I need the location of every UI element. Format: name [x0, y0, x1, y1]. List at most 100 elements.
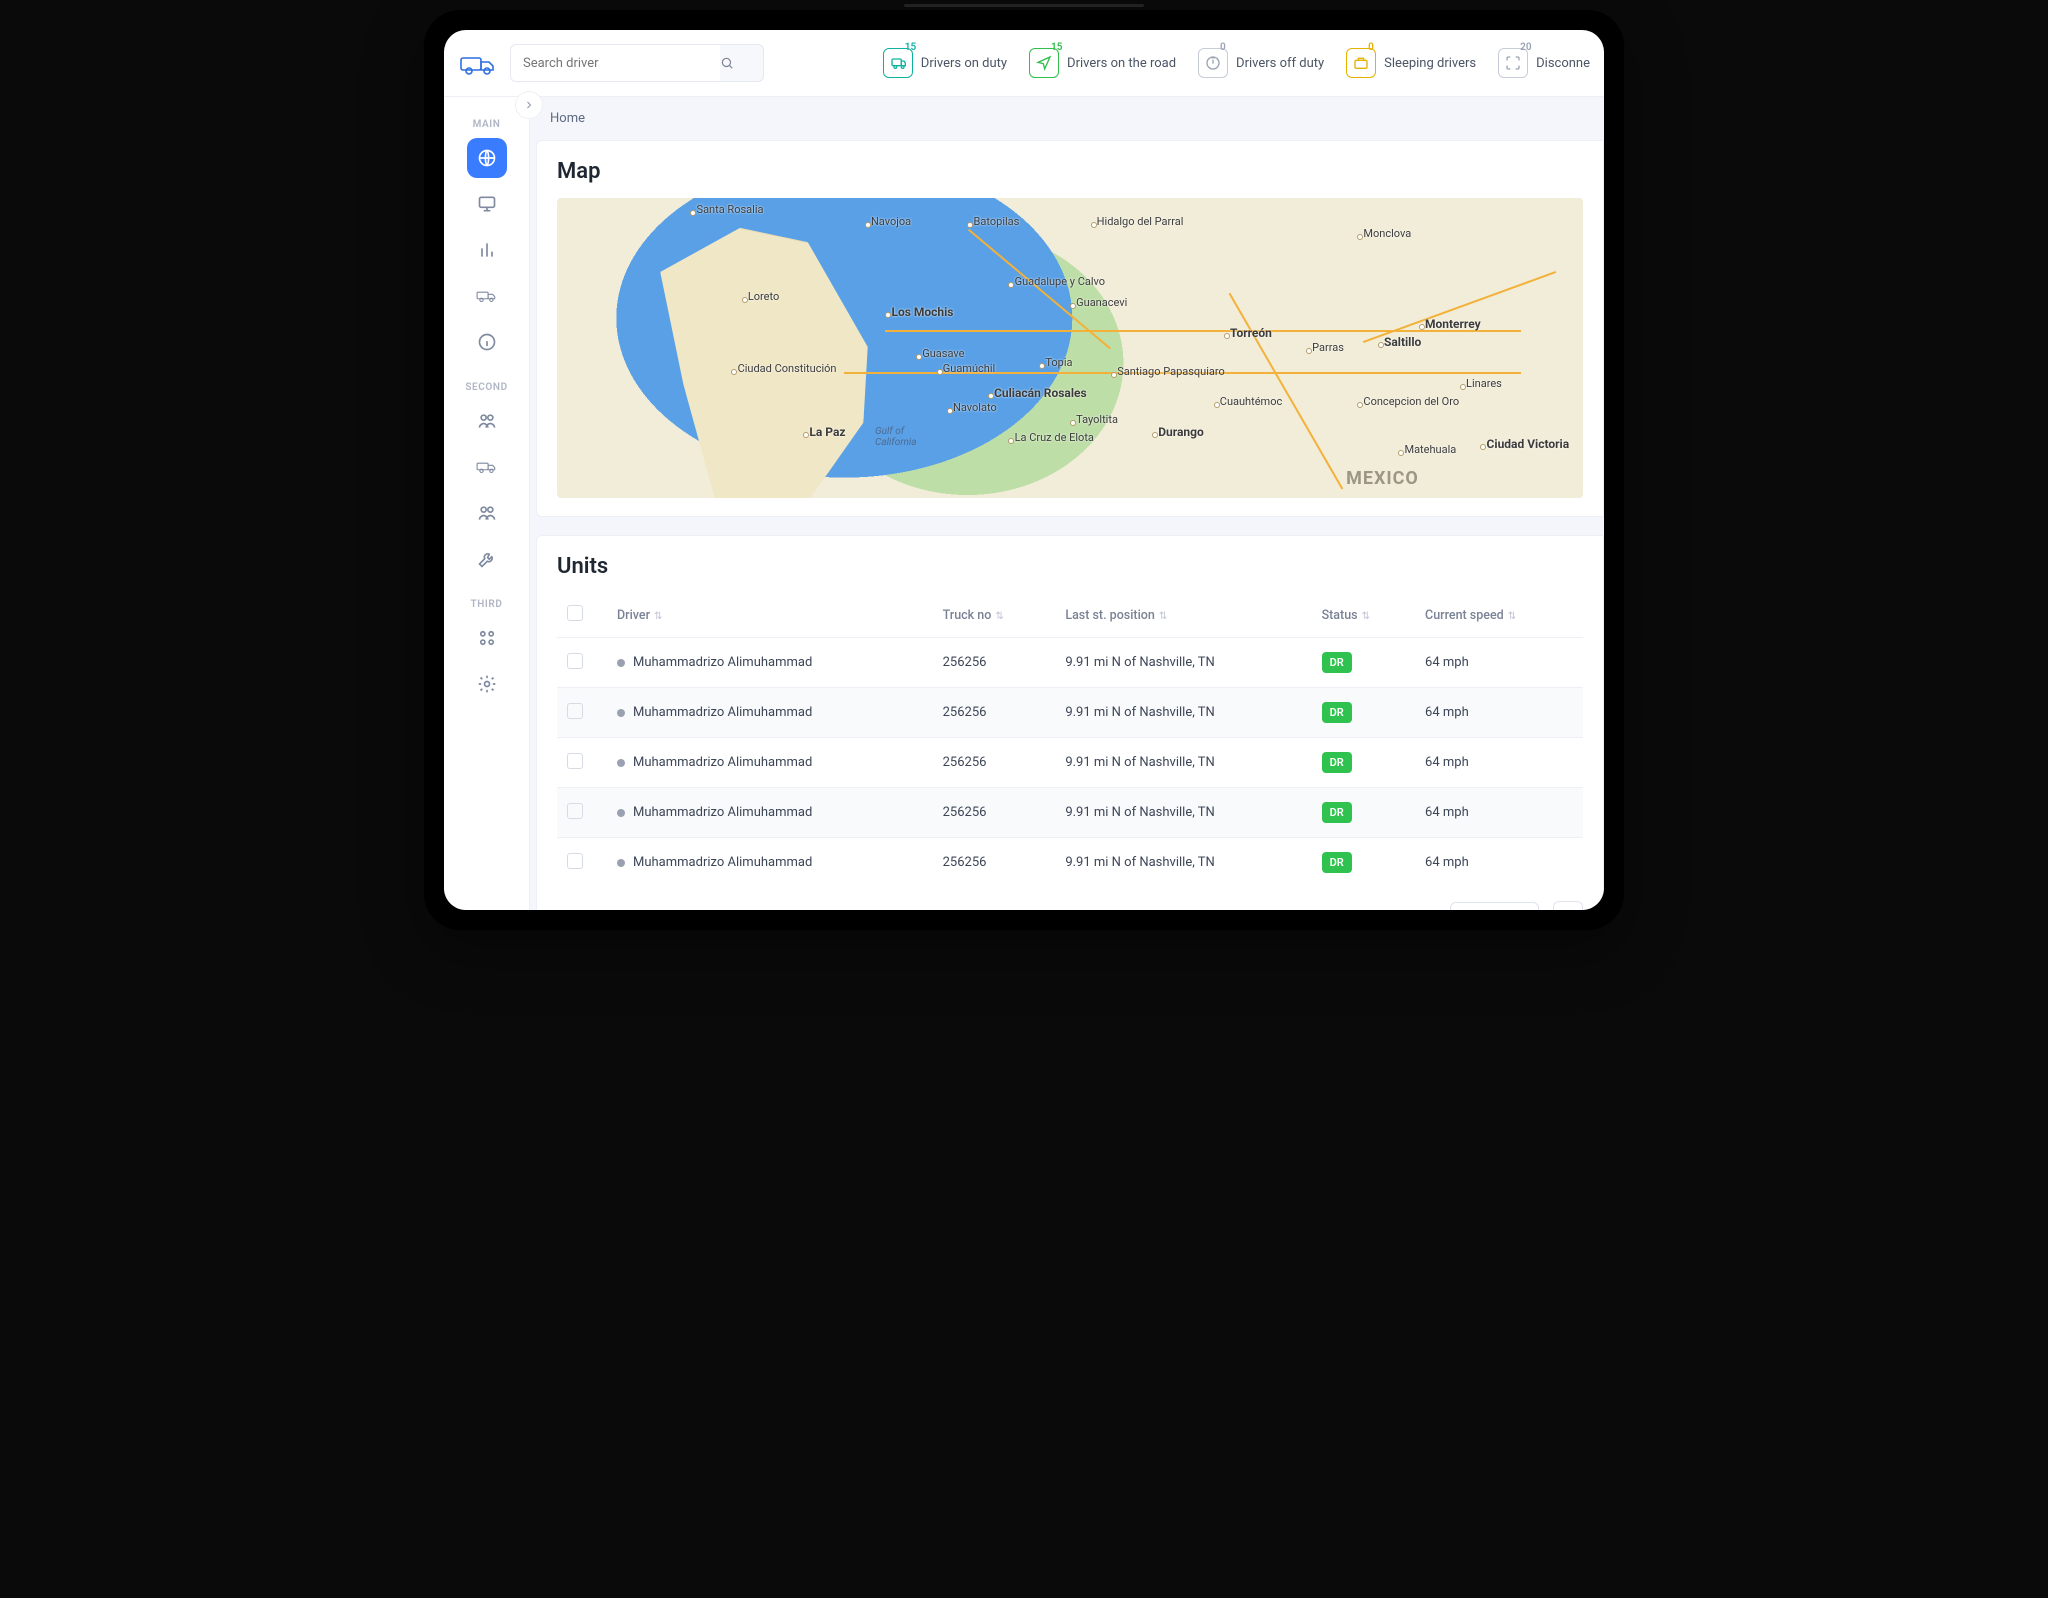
metric-sleeping-drivers[interactable]: 0Sleeping drivers [1346, 48, 1476, 78]
map-city-marker[interactable] [1460, 384, 1466, 390]
truck-icon [476, 287, 498, 305]
users-icon [477, 411, 497, 431]
map-city-label: Los Mochis [891, 305, 953, 319]
status-dot-icon [617, 759, 625, 767]
metric-drivers-on-the-road[interactable]: 15Drivers on the road [1029, 48, 1176, 78]
nav-trucks[interactable] [467, 276, 507, 316]
map-city-marker[interactable] [1214, 402, 1220, 408]
map-city-label: Ciudad Victoria [1487, 437, 1570, 451]
map-city-label: Topia [1045, 356, 1072, 369]
search-input[interactable] [510, 44, 720, 82]
sort-icon[interactable]: ⇅ [1159, 611, 1167, 622]
metric-drivers-off-duty[interactable]: 0Drivers off duty [1198, 48, 1324, 78]
cell-driver: Muhammadrizo Alimuhammad [633, 755, 812, 770]
table-row[interactable]: Muhammadrizo Alimuhammad 256256 9.91 mi … [557, 788, 1583, 838]
map-city-marker[interactable] [988, 393, 994, 399]
map-city-marker[interactable] [1480, 444, 1486, 450]
sort-icon[interactable]: ⇅ [1508, 611, 1516, 622]
app-logo [458, 42, 500, 84]
nav-maintenance[interactable] [467, 539, 507, 579]
map-city-label: Guasave [922, 347, 964, 360]
cell-position: 9.91 mi N of Nashville, TN [1055, 688, 1311, 738]
col-speed[interactable]: Current speed [1425, 608, 1504, 623]
page-size-select[interactable]: 10 count [1450, 902, 1539, 911]
prev-page-button[interactable]: ‹ [1553, 901, 1583, 910]
cell-position: 9.91 mi N of Nashville, TN [1055, 738, 1311, 788]
nav-reports[interactable] [467, 230, 507, 270]
nav-map[interactable] [467, 138, 507, 178]
status-dot-icon [617, 859, 625, 867]
map-city-label: Matehuala [1404, 443, 1456, 456]
sort-icon[interactable]: ⇅ [1362, 611, 1370, 622]
sidebar-section-main: MAIN [473, 119, 501, 130]
globe-icon [477, 148, 497, 168]
map-view[interactable]: Gulf of California MEXICO Santa RosaliaL… [557, 198, 1583, 498]
col-position[interactable]: Last st. position [1065, 608, 1155, 623]
map-city-label: Monclova [1363, 227, 1411, 240]
map-city-marker[interactable] [690, 210, 696, 216]
breadcrumb[interactable]: Home [530, 97, 1604, 140]
users-icon [477, 503, 497, 523]
cell-speed: 64 mph [1415, 838, 1583, 888]
sidebar-section-second: SECOND [465, 382, 507, 393]
map-city-marker[interactable] [947, 408, 953, 414]
col-truck[interactable]: Truck no [943, 608, 992, 623]
grid-icon [477, 628, 497, 648]
metric-label: Sleeping drivers [1384, 56, 1476, 71]
search-button[interactable] [720, 44, 764, 82]
nav-apps[interactable] [467, 618, 507, 658]
chevron-right-icon [523, 99, 535, 111]
map-city-marker[interactable] [1008, 438, 1014, 444]
table-row[interactable]: Muhammadrizo Alimuhammad 256256 9.91 mi … [557, 638, 1583, 688]
map-city-label: Guadalupe y Calvo [1015, 275, 1105, 288]
map-city-marker[interactable] [1378, 342, 1384, 348]
map-city-label: Navojoa [871, 215, 911, 228]
map-city-marker[interactable] [937, 369, 943, 375]
nav-info[interactable] [467, 322, 507, 362]
map-city-marker[interactable] [1091, 222, 1097, 228]
map-city-label: Culiacán Rosales [994, 386, 1087, 400]
map-city-marker[interactable] [967, 222, 973, 228]
map-city-label: Durango [1158, 425, 1204, 439]
table-row[interactable]: Muhammadrizo Alimuhammad 256256 9.91 mi … [557, 738, 1583, 788]
nav-team[interactable] [467, 493, 507, 533]
row-checkbox[interactable] [567, 703, 583, 719]
row-checkbox[interactable] [567, 803, 583, 819]
col-driver[interactable]: Driver [617, 608, 650, 623]
units-panel: Units Driver⇅ Truck no⇅ Last st. positio… [536, 535, 1604, 910]
col-status[interactable]: Status [1322, 608, 1358, 623]
metric-count: 15 [1051, 42, 1062, 53]
units-table: Driver⇅ Truck no⇅ Last st. position⇅ Sta… [557, 593, 1583, 887]
map-city-marker[interactable] [742, 297, 748, 303]
table-row[interactable]: Muhammadrizo Alimuhammad 256256 9.91 mi … [557, 838, 1583, 888]
map-city-label: Guamúchil [943, 362, 995, 375]
cell-speed: 64 mph [1415, 738, 1583, 788]
nav-vehicles[interactable] [467, 447, 507, 487]
cell-position: 9.91 mi N of Nashville, TN [1055, 638, 1311, 688]
cell-driver: Muhammadrizo Alimuhammad [633, 805, 812, 820]
map-city-marker[interactable] [865, 222, 871, 228]
map-panel: Map Gulf of California MEXICO Santa Rosa… [536, 140, 1604, 517]
nav-settings[interactable] [467, 664, 507, 704]
sidebar-collapse-button[interactable] [515, 91, 543, 119]
cell-position: 9.91 mi N of Nashville, TN [1055, 788, 1311, 838]
row-checkbox[interactable] [567, 853, 583, 869]
status-dot-icon [617, 809, 625, 817]
metric-drivers-on-duty[interactable]: 15Drivers on duty [883, 48, 1007, 78]
sort-icon[interactable]: ⇅ [995, 611, 1003, 622]
metric-disconne[interactable]: 20Disconne [1498, 48, 1590, 78]
map-city-label: Cuauhtémoc [1220, 395, 1282, 408]
nav-dashboard[interactable] [467, 184, 507, 224]
map-city-marker[interactable] [1224, 333, 1230, 339]
map-city-marker[interactable] [1008, 282, 1014, 288]
nav-drivers[interactable] [467, 401, 507, 441]
row-checkbox[interactable] [567, 753, 583, 769]
select-all-checkbox[interactable] [567, 605, 583, 621]
sort-icon[interactable]: ⇅ [654, 611, 662, 622]
map-city-marker[interactable] [1419, 324, 1425, 330]
metric-label: Drivers off duty [1236, 56, 1324, 71]
row-checkbox[interactable] [567, 653, 583, 669]
cell-truck: 256256 [933, 838, 1056, 888]
monitor-icon [477, 194, 497, 214]
table-row[interactable]: Muhammadrizo Alimuhammad 256256 9.91 mi … [557, 688, 1583, 738]
